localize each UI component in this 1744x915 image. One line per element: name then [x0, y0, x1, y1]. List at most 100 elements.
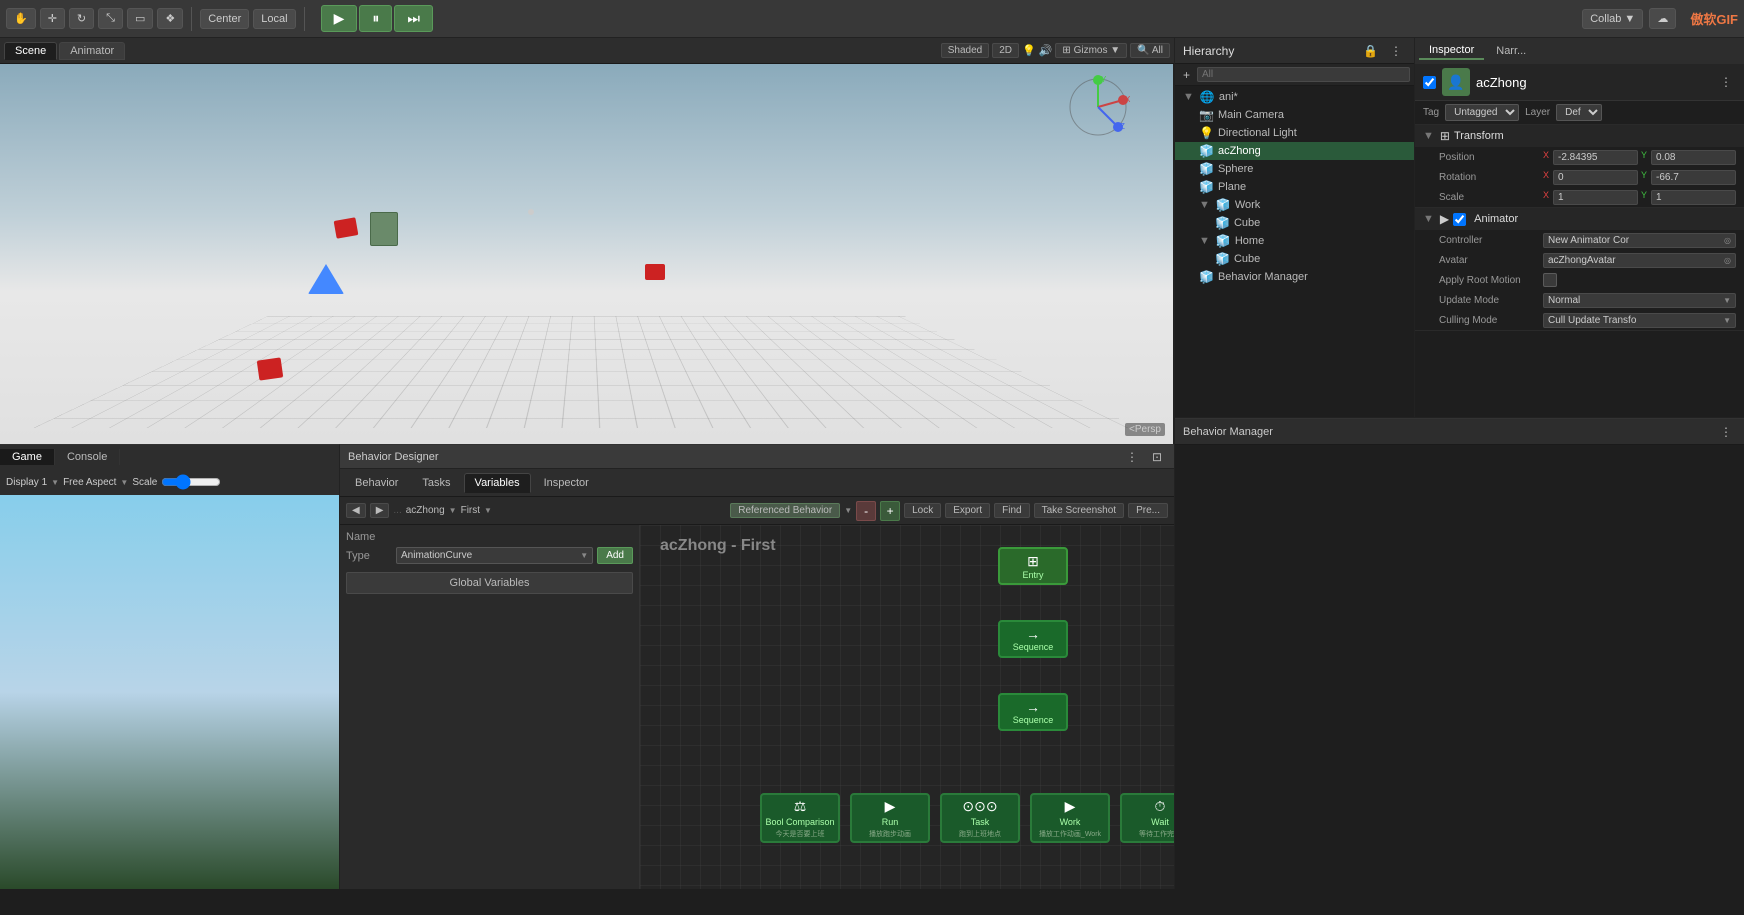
rect-tool-btn[interactable]: ▭ [127, 8, 153, 29]
behavior-graph[interactable]: acZhong - First [640, 525, 1174, 889]
insp-tab-nav[interactable]: Narr... [1486, 43, 1536, 59]
rotate-tool-btn[interactable]: ↻ [69, 8, 94, 29]
bd-find-btn[interactable]: Find [994, 503, 1029, 518]
pos-x-field[interactable]: -2.84395 [1553, 150, 1638, 165]
pause-button[interactable]: ⏸ [359, 5, 392, 32]
type-row: Type AnimationCurve ▼ Add [346, 547, 633, 564]
node-sequence2[interactable]: → Sequence [998, 693, 1068, 731]
aspect-label: Free Aspect [63, 477, 116, 488]
bd-lock-btn[interactable]: Lock [904, 503, 941, 518]
bd-plus-btn[interactable]: + [880, 501, 900, 521]
name-label: Name [346, 531, 396, 543]
type-dropdown[interactable]: AnimationCurve ▼ [396, 547, 593, 564]
animator-header[interactable]: ▼ ▶ Animator [1415, 208, 1744, 230]
node-bool-comparison[interactable]: ⚖ Bool Comparison 今天是否要上班 [760, 793, 840, 843]
layer-dropdown[interactable]: Def [1556, 104, 1602, 121]
2d-btn[interactable]: 2D [992, 43, 1019, 58]
avatar-label: Avatar [1439, 255, 1539, 266]
bd-tab-behavior[interactable]: Behavior [344, 473, 409, 493]
rotation-value: X 0 Y -66.7 [1543, 170, 1736, 185]
step-button[interactable]: ⏭ [394, 5, 433, 32]
gizmos-btn[interactable]: ⊞ Gizmos ▼ [1055, 43, 1127, 58]
scale-tool-btn[interactable]: ⤡ [98, 8, 123, 29]
scene-tab-btn[interactable]: Scene [4, 42, 57, 60]
persp-label[interactable]: <Persp [1125, 423, 1165, 436]
hier-item-sphere[interactable]: 🧊 Sphere [1175, 160, 1414, 178]
bd-nav-prev[interactable]: ◀ [346, 503, 366, 518]
apply-root-motion-checkbox[interactable] [1543, 273, 1557, 287]
work-label: Work [1060, 817, 1081, 827]
bm-menu-btn[interactable]: ⋮ [1716, 423, 1736, 441]
bd-screenshot-btn[interactable]: Take Screenshot [1034, 503, 1125, 518]
bd-tab-tasks[interactable]: Tasks [411, 473, 461, 493]
play-button[interactable]: ▶ [321, 5, 358, 32]
game-tab[interactable]: Game [0, 449, 55, 465]
obj-menu-btn[interactable]: ⋮ [1716, 73, 1736, 91]
scale-x-field[interactable]: 1 [1553, 190, 1638, 205]
hierarchy-menu-btn[interactable]: ⋮ [1386, 42, 1406, 60]
hier-item-work[interactable]: ▼ 🧊 Work [1175, 196, 1414, 214]
bd-maximize-btn[interactable]: ⊡ [1148, 448, 1166, 466]
hier-item-plane[interactable]: 🧊 Plane [1175, 178, 1414, 196]
insp-tab-inspector[interactable]: Inspector [1419, 42, 1484, 60]
hier-item-aczhong[interactable]: 🧊 acZhong [1175, 142, 1414, 160]
shaded-btn[interactable]: Shaded [941, 43, 989, 58]
node-entry[interactable]: ⊞ Entry [998, 547, 1068, 585]
tag-dropdown[interactable]: Untagged [1445, 104, 1519, 121]
avatar-value[interactable]: acZhongAvatar ◎ [1543, 253, 1736, 268]
account-btn[interactable]: ☁ [1649, 8, 1676, 29]
hand-tool-btn[interactable]: ✋ [6, 8, 36, 29]
console-tab[interactable]: Console [55, 449, 120, 465]
multi-tool-btn[interactable]: ❖ [157, 8, 183, 29]
hierarchy-add-btn[interactable]: + [1179, 66, 1194, 84]
hier-item-dir-light[interactable]: 💡 Directional Light [1175, 124, 1414, 142]
bool-comparison-icon: ⚖ [794, 798, 807, 815]
rot-y-field[interactable]: -66.7 [1651, 170, 1736, 185]
global-variables-btn[interactable]: Global Variables [346, 572, 633, 594]
culling-mode-value[interactable]: Cull Update Transfo ▼ [1543, 313, 1736, 328]
bd-export-btn[interactable]: Export [945, 503, 990, 518]
bd-tab-variables[interactable]: Variables [464, 473, 531, 493]
bd-nav-next[interactable]: ▶ [370, 503, 390, 518]
node-wait[interactable]: ⏱ Wait 等待工作完成 [1120, 793, 1174, 843]
hierarchy-search-input[interactable] [1197, 67, 1410, 82]
hier-item-behavior-manager[interactable]: 🧊 Behavior Manager [1175, 268, 1414, 286]
pos-y-field[interactable]: 0.08 [1651, 150, 1736, 165]
bd-breadcrumb-sep: ... [393, 505, 401, 516]
node-task[interactable]: ⊙⊙⊙ Task 跑到上班地点 [940, 793, 1020, 843]
bd-menu-btn[interactable]: ⋮ [1122, 448, 1142, 466]
collab-btn[interactable]: Collab ▼ [1582, 9, 1643, 29]
bd-pref-btn[interactable]: Pre... [1128, 503, 1168, 518]
node-sequence1[interactable]: → Sequence [998, 620, 1068, 658]
obj-active-checkbox[interactable] [1423, 76, 1436, 89]
update-mode-value[interactable]: Normal ▼ [1543, 293, 1736, 308]
bd-referenced-behavior-btn[interactable]: Referenced Behavior [730, 503, 840, 518]
type-label: Type [346, 550, 396, 562]
pivot-center-btn[interactable]: Center [200, 9, 249, 29]
scene-viewport: Y X Z <Persp [0, 64, 1174, 444]
bd-tab-inspector[interactable]: Inspector [533, 473, 600, 493]
hier-item-cube1[interactable]: 🧊 Cube [1175, 214, 1414, 232]
search-all-btn[interactable]: 🔍 All [1130, 43, 1170, 58]
node-run1[interactable]: ▶ Run 播放跑步动画 [850, 793, 930, 843]
rot-x-field[interactable]: 0 [1553, 170, 1638, 185]
scale-y-field[interactable]: 1 [1651, 190, 1736, 205]
hier-item-cube2[interactable]: 🧊 Cube [1175, 250, 1414, 268]
pivot-local-btn[interactable]: Local [253, 9, 295, 29]
transform-header[interactable]: ▼ ⊞ Transform [1415, 125, 1744, 147]
controller-value[interactable]: New Animator Cor ◎ [1543, 233, 1736, 248]
bd-minus-btn[interactable]: - [856, 501, 876, 521]
animator-tab-btn[interactable]: Animator [59, 42, 125, 60]
scale-slider[interactable] [161, 474, 221, 490]
move-tool-btn[interactable]: ✛ [40, 8, 65, 29]
hier-item-main-camera[interactable]: 📷 Main Camera [1175, 106, 1414, 124]
hier-item-home[interactable]: ▼ 🧊 Home [1175, 232, 1414, 250]
hier-item-ani[interactable]: ▼ 🌐 ani* [1175, 88, 1414, 106]
animator-enabled-checkbox[interactable] [1453, 213, 1466, 226]
node-work[interactable]: ▶ Work 播放工作动画_Work [1030, 793, 1110, 843]
hierarchy-lock-btn[interactable]: 🔒 [1359, 42, 1382, 60]
work-sublabel: 播放工作动画_Work [1039, 829, 1101, 839]
wait-icon: ⏱ [1155, 798, 1166, 815]
pos-y-axis: Y [1641, 150, 1647, 165]
add-variable-btn[interactable]: Add [597, 547, 633, 564]
